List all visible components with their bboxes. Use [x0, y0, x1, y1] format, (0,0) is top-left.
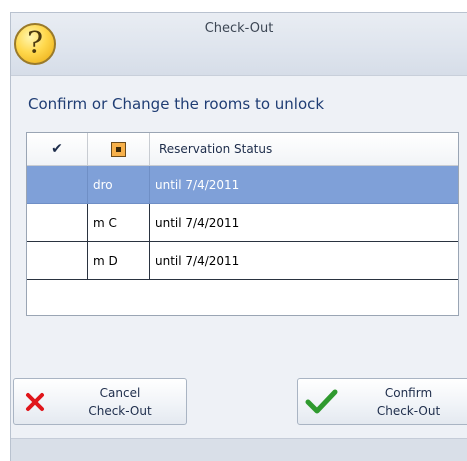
checkmark-icon: ✔: [51, 141, 63, 157]
confirm-button-label: Confirm Check-Out: [346, 384, 467, 420]
cancel-button-label: Cancel Check-Out: [54, 384, 186, 420]
status-cell: until 7/4/2011: [150, 166, 458, 204]
room-cell: m C: [88, 204, 150, 242]
confirm-label-line1: Confirm: [384, 385, 433, 400]
column-header-select[interactable]: ✔: [27, 133, 88, 166]
cross-icon: [26, 392, 44, 411]
table-row[interactable]: m D until 7/4/2011: [27, 242, 458, 280]
checkout-dialog: ? Check-Out Confirm or Change the rooms …: [10, 12, 467, 461]
status-cell: until 7/4/2011: [150, 204, 458, 242]
table-row[interactable]: dro until 7/4/2011: [27, 166, 458, 204]
cancel-label-line2: Check-Out: [88, 403, 152, 418]
window-title: Check-Out: [204, 21, 274, 36]
cancel-label-line1: Cancel: [99, 385, 141, 400]
row-select-cell[interactable]: [27, 166, 88, 204]
rooms-grid[interactable]: ✔ Reservation Status dro until 7/4/2011 …: [26, 132, 459, 316]
status-cell: until 7/4/2011: [150, 242, 458, 280]
column-header-room[interactable]: [88, 133, 150, 166]
checkmark-icon: [305, 389, 338, 413]
row-select-cell[interactable]: [27, 204, 88, 242]
room-key-icon: [111, 141, 126, 157]
confirm-checkout-button[interactable]: Confirm Check-Out: [297, 378, 467, 425]
status-strip: [11, 438, 467, 461]
column-header-reservation-status[interactable]: Reservation Status: [150, 133, 458, 166]
room-cell: dro: [88, 166, 150, 204]
room-cell: m D: [88, 242, 150, 280]
row-select-cell[interactable]: [27, 242, 88, 280]
title-bar: ? Check-Out: [11, 13, 467, 76]
confirm-label-line2: Check-Out: [376, 403, 441, 418]
cancel-checkout-button[interactable]: Cancel Check-Out: [13, 378, 187, 425]
table-row[interactable]: m C until 7/4/2011: [27, 204, 458, 242]
dialog-heading: Confirm or Change the rooms to unlock: [28, 95, 325, 113]
